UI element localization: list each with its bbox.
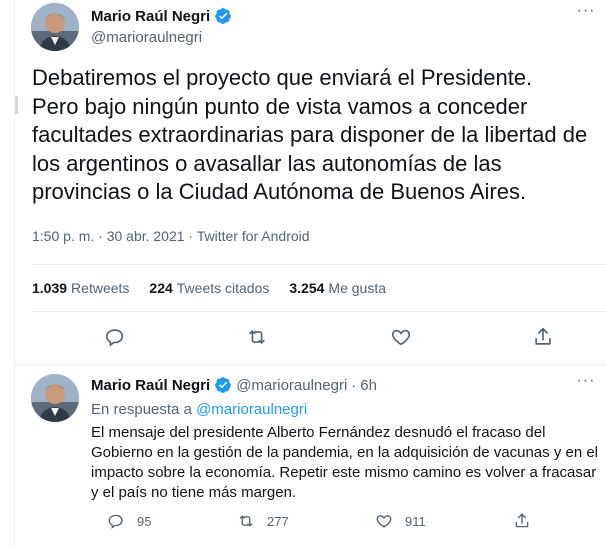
divider (32, 311, 606, 312)
tweet-card: Mario Raúl Negri @marioraulnegri ··· Deb… (14, 0, 606, 547)
reply-to-line: En respuesta a @marioraulnegri (91, 401, 307, 418)
reply-icon[interactable] (104, 326, 128, 350)
reply-time[interactable]: 6h (360, 377, 377, 394)
likes-stat[interactable]: 3.254 Me gusta (289, 280, 386, 296)
reply-author-name[interactable]: Mario Raúl Negri (91, 377, 210, 394)
tweet-meta[interactable]: 1:50 p. m. · 30 abr. 2021 · Twitter for … (32, 228, 310, 244)
reply-actions: 95 277 911 (91, 512, 601, 534)
share-icon (515, 513, 529, 528)
separator-dot: · (351, 376, 357, 394)
divider (15, 364, 606, 365)
author-handle[interactable]: @marioraulnegri (91, 29, 202, 46)
left-edge-mark (15, 96, 18, 114)
reply-button[interactable]: 95 (107, 512, 151, 530)
retweets-stat[interactable]: 1.039 Retweets (32, 280, 129, 296)
verified-icon (214, 376, 232, 394)
reply-icon (108, 514, 123, 529)
quotes-stat[interactable]: 224 Tweets citados (149, 280, 269, 296)
share-icon[interactable] (532, 326, 556, 350)
reply-header: Mario Raúl Negri @marioraulnegri · 6h (91, 376, 377, 394)
retweet-icon (239, 515, 253, 527)
like-count: 911 (405, 513, 426, 529)
reply-author-handle[interactable]: @marioraulnegri (236, 377, 347, 394)
tweet-stats: 1.039 Retweets 224 Tweets citados 3.254 Me … (32, 280, 386, 296)
like-icon (376, 515, 392, 528)
author-name-row[interactable]: Mario Raúl Negri (91, 7, 232, 25)
reply-count: 95 (137, 513, 152, 529)
retweet-button[interactable]: 277 (237, 512, 289, 530)
more-icon[interactable]: ··· (574, 2, 598, 20)
retweet-count: 277 (267, 513, 289, 529)
author-name[interactable]: Mario Raúl Negri (91, 8, 210, 25)
divider (32, 264, 606, 265)
verified-icon (214, 7, 232, 25)
more-icon[interactable]: ··· (574, 372, 598, 390)
tweet-actions (32, 320, 606, 356)
author-avatar[interactable] (31, 3, 79, 51)
reply-to-prefix: En respuesta a (91, 401, 192, 418)
reply-text: El mensaje del presidente Alberto Fernán… (91, 424, 599, 501)
reply-to-handle-link[interactable]: @marioraulnegri (196, 401, 307, 418)
like-button[interactable]: 911 (375, 512, 426, 530)
retweet-icon[interactable] (246, 326, 270, 350)
reply-author-avatar[interactable] (31, 374, 79, 422)
tweet-text: Debatiremos el proyecto que enviará el P… (32, 65, 588, 204)
share-button[interactable] (513, 512, 531, 530)
like-icon[interactable] (390, 326, 414, 350)
